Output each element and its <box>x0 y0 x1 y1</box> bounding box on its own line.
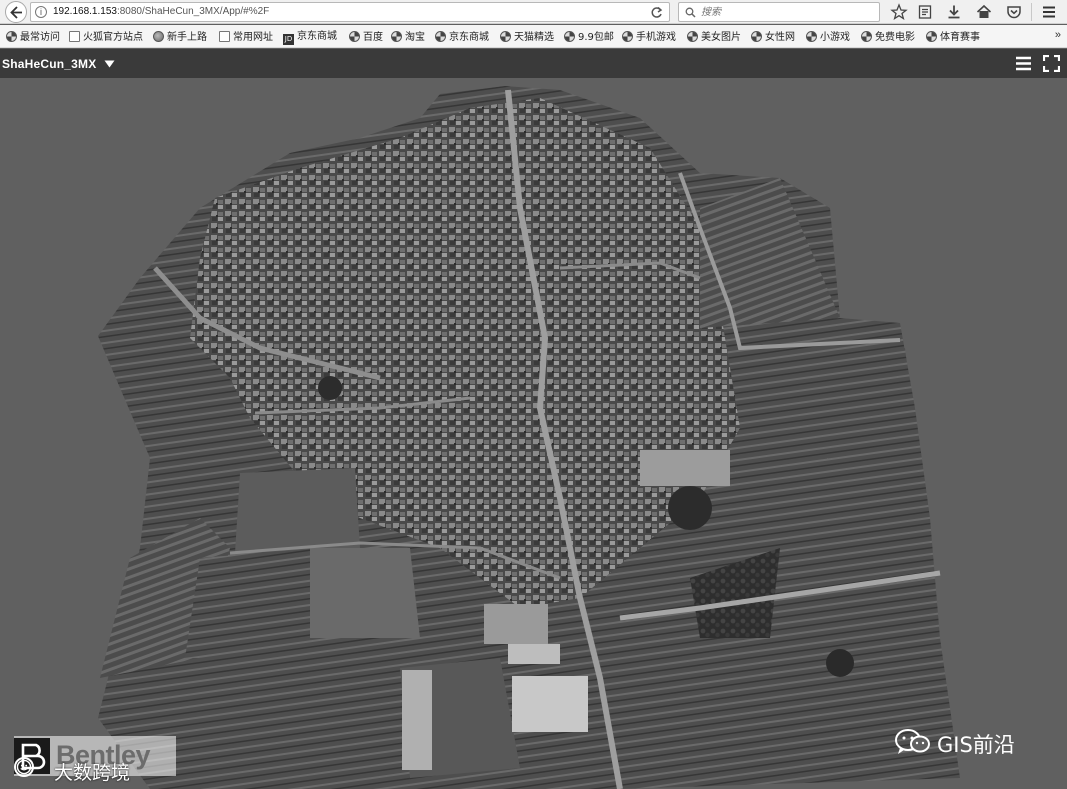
spin-icon <box>349 31 360 42</box>
reading-list-icon[interactable] <box>916 3 934 21</box>
factory-roof-light <box>508 644 560 664</box>
arrow-left-icon <box>10 6 22 19</box>
bookmark-label: 新手上路 <box>167 32 207 43</box>
search-icon <box>685 7 696 18</box>
bookmark-firefox-official[interactable]: 火狐官方站点 <box>69 31 143 43</box>
spin-icon <box>751 31 762 42</box>
bookmark-mini-games[interactable]: 小游戏 <box>806 31 850 43</box>
doc-icon <box>69 31 80 42</box>
globe-icon <box>153 31 164 42</box>
tree-cluster <box>318 376 342 400</box>
factory-roof-grey <box>484 604 548 644</box>
bookmark-label: 天猫精选 <box>514 32 554 43</box>
bookmark-taobao[interactable]: 淘宝 <box>391 31 425 43</box>
gear-icon <box>6 31 17 42</box>
app-menu-icon[interactable] <box>1015 56 1032 71</box>
bookmark-label: 火狐官方站点 <box>83 32 143 43</box>
site-info-icon[interactable]: i <box>35 6 47 18</box>
bookmark-label: 手机游戏 <box>636 32 676 43</box>
back-button[interactable] <box>5 1 27 23</box>
search-box[interactable] <box>678 2 880 22</box>
field-open-west <box>235 468 360 553</box>
spin-icon <box>861 31 872 42</box>
bookmark-label: 京东商城 <box>297 31 337 42</box>
home-icon[interactable] <box>975 3 993 21</box>
bookmark-baidu[interactable]: 百度 <box>349 31 383 43</box>
bookmark-sports[interactable]: 体育赛事 <box>926 31 980 43</box>
wechat-icon <box>895 729 930 754</box>
bookmark-most-visited[interactable]: 最常访问 <box>6 31 60 43</box>
bookmark-label: 淘宝 <box>405 32 425 43</box>
spin-icon <box>687 31 698 42</box>
url-host: 192.168.1.153 <box>53 6 117 17</box>
spin-icon <box>806 31 817 42</box>
smile-icon <box>14 757 34 777</box>
bookmark-women[interactable]: 女性网 <box>751 31 795 43</box>
bookmark-label: 体育赛事 <box>940 32 980 43</box>
watermark-gis-text: GIS前沿 <box>937 733 1015 757</box>
factory-roof-white <box>512 676 588 732</box>
bookmark-mobile-games[interactable]: 手机游戏 <box>622 31 676 43</box>
bookmarks-overflow-button[interactable]: » <box>1055 29 1061 41</box>
pocket-icon[interactable] <box>1005 3 1023 21</box>
bookmark-label: 9.9包邮 <box>578 32 614 43</box>
bookmark-jd-2[interactable]: 京东商城 <box>435 31 489 43</box>
app-title[interactable]: ShaHeCun_3MX <box>2 57 96 71</box>
caret-down-icon[interactable] <box>104 60 115 68</box>
bookmark-jd-1[interactable]: JD 京东商城 <box>283 31 337 45</box>
fields-south-west <box>185 548 320 658</box>
bookmark-label: 美女图片 <box>701 32 741 43</box>
spin-icon <box>435 31 446 42</box>
bookmark-free-movies[interactable]: 免费电影 <box>861 31 915 43</box>
bookmarks-bar: 最常访问 火狐官方站点 新手上路 常用网址 JD 京东商城 百度 淘宝 京东商城 … <box>0 25 1067 48</box>
url-path: :8080/ShaHeCun_3MX/App/#%2F <box>116 6 270 17</box>
bookmark-label: 京东商城 <box>449 32 489 43</box>
bookmark-label: 小游戏 <box>820 32 850 43</box>
hamburger-menu-icon[interactable] <box>1040 3 1058 21</box>
bookmark-common-sites[interactable]: 常用网址 <box>219 31 273 43</box>
bookmark-label: 免费电影 <box>875 32 915 43</box>
spin-icon <box>391 31 402 42</box>
bookmark-label: 女性网 <box>765 32 795 43</box>
download-icon[interactable] <box>945 3 963 21</box>
spin-icon <box>926 31 937 42</box>
building-shed <box>402 670 432 770</box>
building-school <box>640 450 730 486</box>
3d-viewport[interactable]: Bentley 大数跨境 GIS前沿 <box>0 78 1067 789</box>
spin-icon <box>500 31 511 42</box>
village-3d-model[interactable] <box>0 78 1067 789</box>
jd-icon: JD <box>283 34 294 45</box>
app-header: ShaHeCun_3MX <box>0 49 1067 78</box>
star-icon[interactable] <box>890 3 908 21</box>
search-input[interactable] <box>701 5 871 19</box>
tree-cluster <box>826 649 854 677</box>
watermark-dashu-text: 大数跨境 <box>54 762 131 784</box>
bookmark-label: 百度 <box>363 32 383 43</box>
reload-icon[interactable] <box>650 6 663 19</box>
spin-icon <box>622 31 633 42</box>
address-bar[interactable]: i 192.168.1.153:8080/ShaHeCun_3MX/App/#%… <box>30 2 670 22</box>
fullscreen-icon[interactable] <box>1043 55 1060 72</box>
fields-south <box>310 548 420 638</box>
tree-cluster <box>668 486 712 530</box>
bookmark-label: 常用网址 <box>233 32 273 43</box>
toolbar-divider <box>1031 3 1032 21</box>
bookmark-pictures[interactable]: 美女图片 <box>687 31 741 43</box>
doc-icon <box>219 31 230 42</box>
bookmark-label: 最常访问 <box>20 32 60 43</box>
url-text: 192.168.1.153:8080/ShaHeCun_3MX/App/#%2F <box>53 6 269 17</box>
bookmark-getting-started[interactable]: 新手上路 <box>153 31 207 43</box>
spin-icon <box>564 31 575 42</box>
bookmark-free-shipping[interactable]: 9.9包邮 <box>564 31 614 43</box>
bookmark-tmall[interactable]: 天猫精选 <box>500 31 554 43</box>
browser-toolbar: i 192.168.1.153:8080/ShaHeCun_3MX/App/#%… <box>0 0 1067 24</box>
